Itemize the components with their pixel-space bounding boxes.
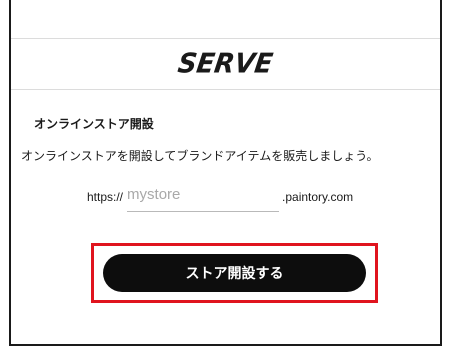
serve-logo: SERVE bbox=[176, 48, 275, 80]
header: SERVE bbox=[11, 38, 440, 90]
highlight-box: ストア開設する bbox=[91, 243, 378, 303]
store-name-input[interactable] bbox=[127, 181, 280, 212]
section-title: オンラインストア開設 bbox=[34, 117, 154, 131]
store-setup-panel: SERVE オンラインストア開設 オンラインストアを開設してブランドアイテムを販… bbox=[9, 0, 442, 346]
open-store-button[interactable]: ストア開設する bbox=[103, 254, 366, 292]
section-description: オンラインストアを開設してブランドアイテムを販売しましょう。 bbox=[21, 149, 379, 163]
url-domain-suffix: .paintory.com bbox=[282, 190, 354, 204]
url-prefix: https:// bbox=[87, 190, 124, 204]
store-url-row: https:// .paintory.com bbox=[87, 181, 354, 212]
